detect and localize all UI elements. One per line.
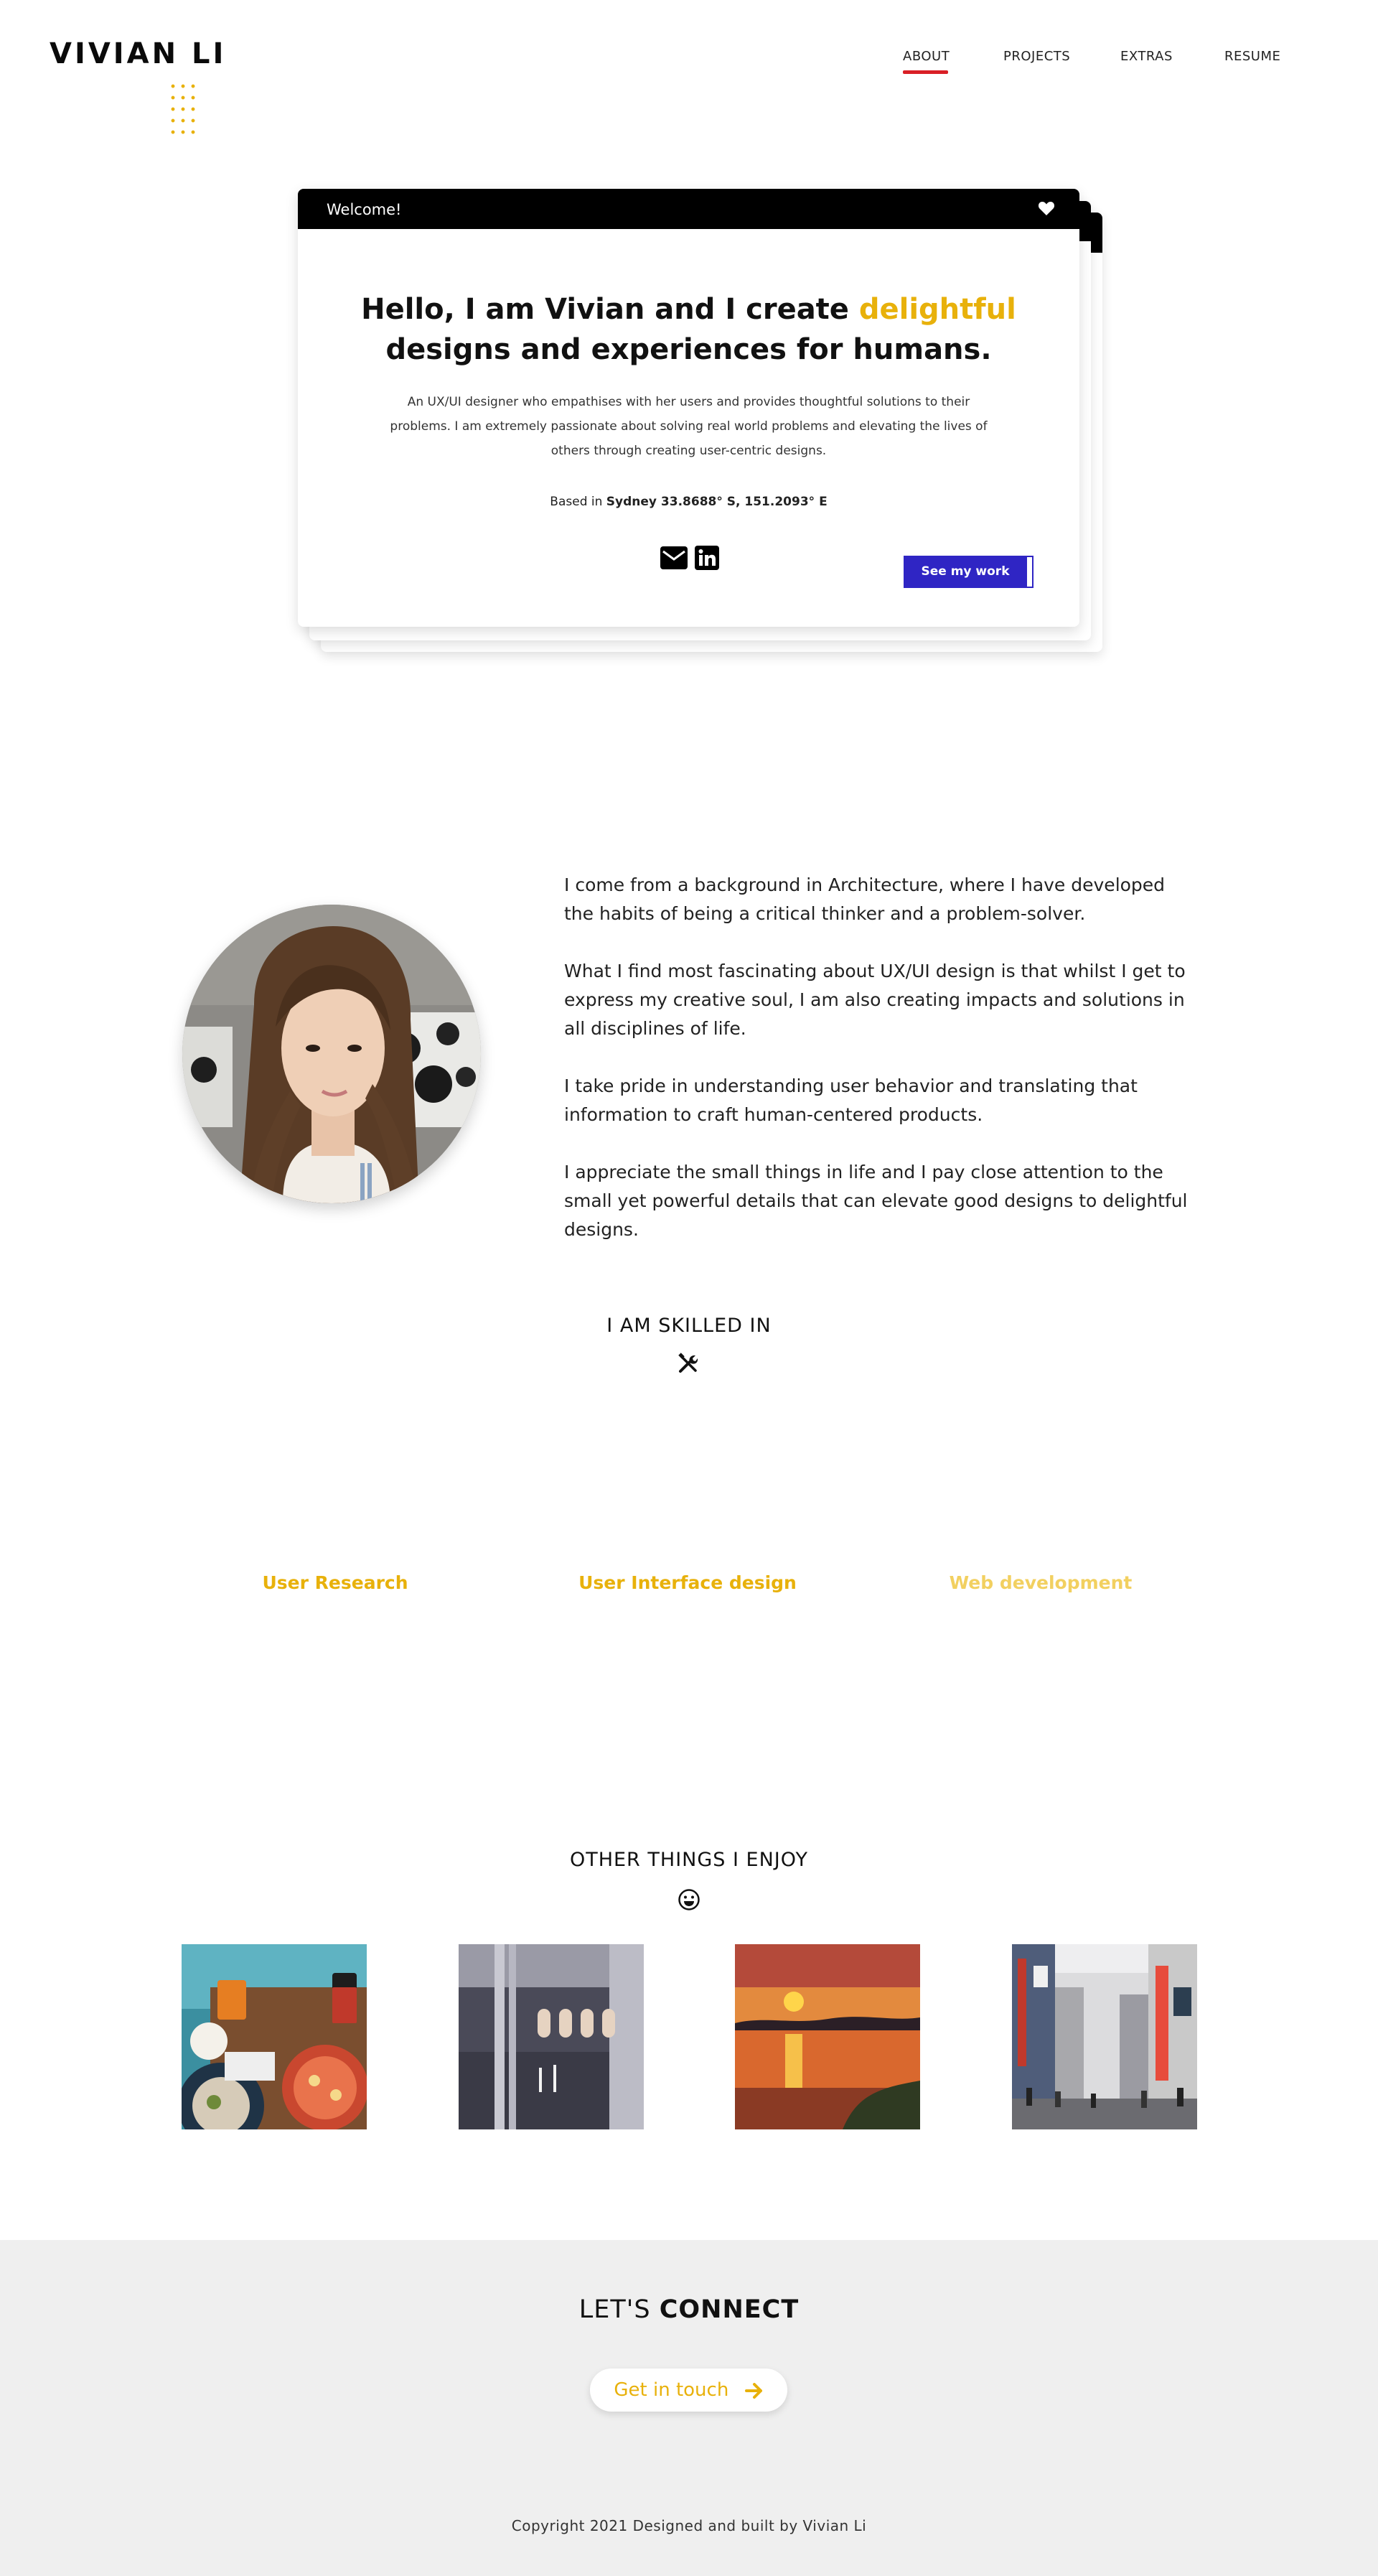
avatar bbox=[182, 905, 481, 1203]
location-value: Sydney 33.8688° S, 151.2093° E bbox=[606, 495, 828, 509]
about-paragraph-1: I come from a background in Architecture… bbox=[564, 874, 1166, 924]
decorative-dot-grid bbox=[168, 80, 200, 138]
site-logo[interactable]: VIVIAN LI bbox=[50, 37, 226, 70]
card-title: Welcome! bbox=[327, 201, 402, 218]
architecture-photo bbox=[459, 1944, 644, 2129]
skill-user-interface-design: User Interface design bbox=[578, 1572, 797, 1593]
about-paragraph-4: I appreciate the small things in life an… bbox=[564, 1162, 1188, 1240]
get-in-touch-label: Get in touch bbox=[614, 2379, 729, 2401]
sunset-painting-photo bbox=[735, 1944, 920, 2129]
hero-headline: Hello, I am Vivian and I create delightf… bbox=[298, 289, 1079, 370]
smile-icon bbox=[678, 1889, 700, 1910]
food-photo bbox=[182, 1944, 367, 2129]
nav-resume[interactable]: RESUME bbox=[1224, 49, 1280, 64]
nav-projects[interactable]: PROJECTS bbox=[1003, 49, 1070, 64]
skill-user-research: User Research bbox=[262, 1572, 408, 1593]
nav-active-underline bbox=[903, 70, 948, 74]
skills-title: I AM SKILLED IN bbox=[606, 1315, 772, 1337]
hero-location: Based in Sydney 33.8688° S, 151.2093° E bbox=[298, 495, 1079, 509]
connect-prefix: LET'S bbox=[578, 2295, 660, 2324]
nav-extras[interactable]: EXTRAS bbox=[1120, 49, 1173, 64]
hero-description: An UX/UI designer who empathises with he… bbox=[390, 395, 988, 458]
hero-headline-text: Hello, I am Vivian and I create bbox=[361, 293, 859, 326]
hero-headline-text-2: designs and experiences for humans. bbox=[385, 333, 992, 366]
location-prefix: Based in bbox=[550, 495, 606, 509]
connect-bold: CONNECT bbox=[659, 2295, 800, 2324]
enjoy-title: OTHER THINGS I ENJOY bbox=[569, 1849, 809, 1871]
copyright-text: Copyright 2021 Designed and built by Viv… bbox=[511, 2517, 867, 2534]
avatar-portrait-image bbox=[182, 905, 481, 1203]
see-my-work-button[interactable]: See my work bbox=[904, 556, 1027, 588]
city-street-photo bbox=[1012, 1944, 1197, 2129]
heart-icon bbox=[1038, 202, 1055, 215]
tools-icon bbox=[678, 1353, 698, 1373]
about-paragraph-3: I take pride in understanding user behav… bbox=[564, 1075, 1138, 1125]
welcome-card: Welcome! Hello, I am Vivian and I create… bbox=[298, 189, 1079, 627]
arrow-right-icon bbox=[744, 2382, 762, 2399]
mail-icon[interactable] bbox=[660, 546, 688, 569]
card-title-bar: Welcome! bbox=[298, 189, 1079, 229]
skill-web-development: Web development bbox=[949, 1572, 1133, 1593]
nav-about[interactable]: ABOUT bbox=[903, 49, 950, 64]
connect-heading: LET'S CONNECT bbox=[0, 2295, 1378, 2324]
get-in-touch-button[interactable]: Get in touch bbox=[590, 2369, 787, 2412]
hero-headline-highlight: delightful bbox=[858, 293, 1016, 326]
linkedin-icon[interactable] bbox=[695, 546, 719, 570]
about-paragraph-2: What I find most fascinating about UX/UI… bbox=[564, 961, 1186, 1039]
